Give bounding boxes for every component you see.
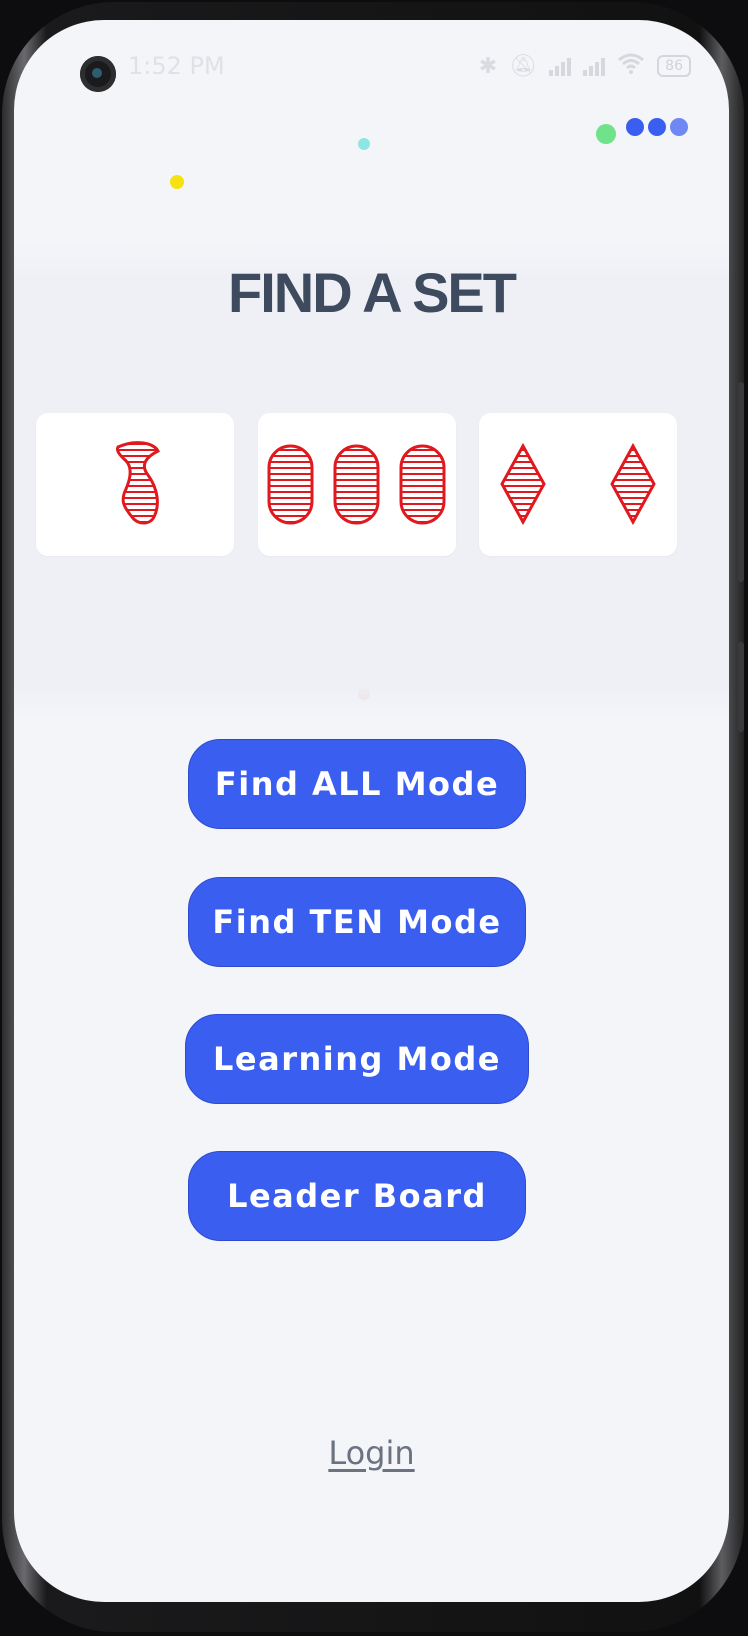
set-card bbox=[258, 413, 456, 556]
bluetooth-icon: ✱ bbox=[478, 53, 498, 79]
leader-board-button[interactable]: Leader Board bbox=[188, 1151, 526, 1241]
status-time: 1:52 PM bbox=[128, 52, 225, 80]
power-button bbox=[738, 642, 744, 732]
learning-mode-button[interactable]: Learning Mode bbox=[185, 1014, 529, 1104]
oval-symbol bbox=[267, 444, 314, 525]
oval-symbol bbox=[333, 444, 380, 525]
squiggle-symbol bbox=[116, 441, 161, 525]
bell-off-icon: 🔕︎ bbox=[509, 53, 538, 79]
decor-dot bbox=[648, 118, 666, 136]
find-ten-mode-button[interactable]: Find TEN Mode bbox=[188, 877, 526, 967]
status-bar: 1:52 PM ✱ 🔕︎ 86 bbox=[14, 20, 729, 110]
status-icons: ✱ 🔕︎ 86 bbox=[479, 52, 691, 80]
signal-icon bbox=[549, 56, 572, 76]
signal-icon bbox=[583, 56, 606, 76]
decor-dot bbox=[626, 118, 644, 136]
oval-symbol bbox=[399, 444, 446, 525]
decor-dot bbox=[596, 124, 616, 144]
set-card bbox=[479, 413, 677, 556]
front-camera bbox=[80, 56, 116, 92]
decor-dot bbox=[170, 175, 184, 189]
battery-icon: 86 bbox=[657, 55, 691, 77]
decor-dot bbox=[670, 118, 688, 136]
page-title: FIND A SET bbox=[228, 261, 517, 324]
volume-button bbox=[738, 382, 744, 582]
diamond-symbol bbox=[500, 442, 546, 526]
find-all-mode-button[interactable]: Find ALL Mode bbox=[188, 739, 526, 829]
login-link[interactable]: Login bbox=[14, 1434, 729, 1472]
diamond-symbol bbox=[610, 442, 656, 526]
set-card bbox=[36, 413, 234, 556]
decor-dot bbox=[358, 138, 370, 150]
app-screen: 1:52 PM ✱ 🔕︎ 86 FIND A SET Find ALL Mode… bbox=[14, 20, 729, 1602]
wifi-icon bbox=[617, 52, 645, 80]
